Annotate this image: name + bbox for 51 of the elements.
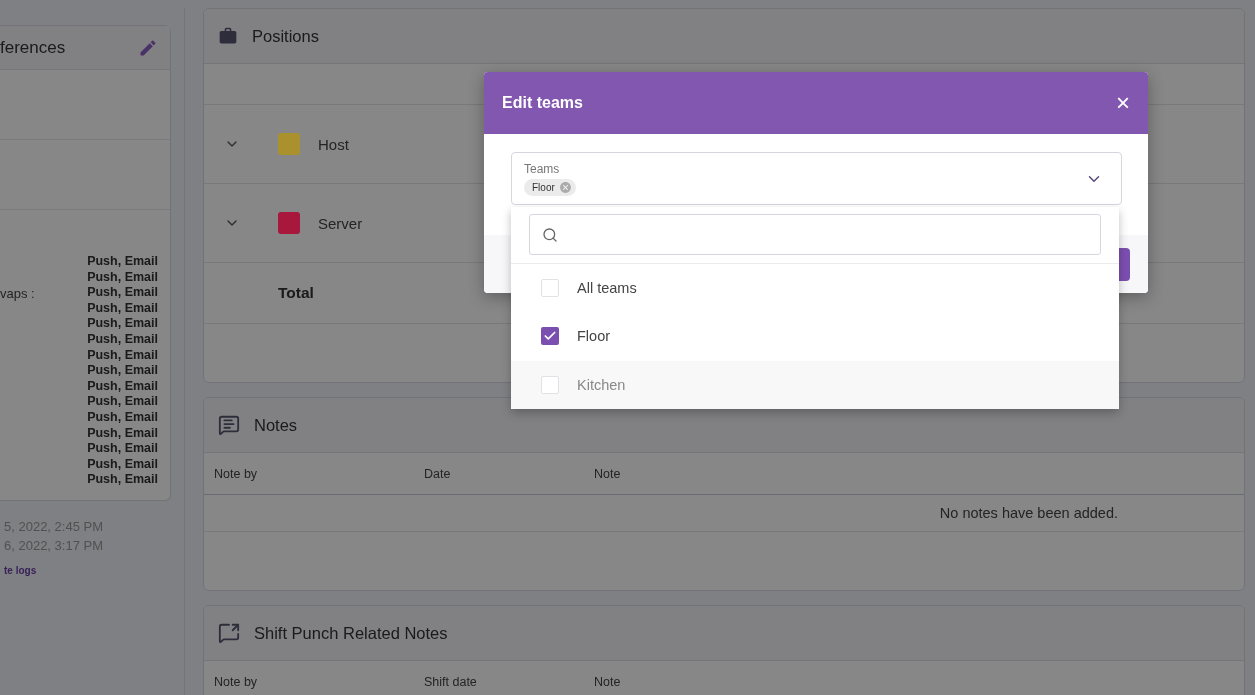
card-title: Notes — [254, 415, 298, 435]
column-header: Date — [424, 466, 452, 481]
checkbox[interactable] — [541, 375, 559, 394]
column-header: Note — [594, 466, 622, 481]
notification-channels: Push, Email — [87, 472, 158, 488]
notification-channels: Push, Email — [87, 254, 158, 270]
card-title: Positions — [252, 26, 319, 46]
notification-channels: Push, Email — [87, 285, 158, 301]
notification-channels: Push, Email — [87, 300, 158, 317]
notification-channels: Push, Email — [87, 269, 158, 286]
field-label: Teams — [524, 161, 561, 176]
checkbox[interactable] — [541, 327, 559, 346]
position-name: Host — [318, 135, 349, 153]
option-label: Kitchen — [577, 376, 626, 393]
column-header: Note by — [214, 674, 259, 689]
team-chip[interactable]: Floor — [524, 178, 576, 196]
remove-icon[interactable] — [558, 180, 572, 194]
team-option[interactable]: All teams — [511, 264, 1119, 313]
pencil-icon[interactable] — [138, 37, 158, 58]
logs-link[interactable]: te logs — [4, 564, 37, 576]
notification-channels: Push, Email — [87, 394, 158, 410]
notification-channels: Push, Email — [87, 409, 158, 426]
search-field[interactable] — [529, 214, 1101, 255]
notification-channels: Push, Email — [87, 425, 158, 442]
total-label: Total — [278, 284, 314, 302]
notification-channels: Push, Email — [87, 441, 158, 457]
briefcase-icon — [218, 26, 238, 46]
position-name: Server — [318, 214, 363, 232]
column-header: Note by — [214, 466, 259, 481]
notification-channels: Push, Email — [87, 456, 158, 473]
checkbox[interactable] — [541, 279, 559, 298]
search-icon — [542, 226, 558, 243]
notes-icon — [218, 414, 240, 436]
column-header: Note — [594, 674, 622, 689]
teams-select[interactable]: Teams Floor — [511, 152, 1122, 205]
card-title: Shift Punch Related Notes — [254, 623, 448, 643]
option-label: All teams — [577, 280, 637, 297]
card-title: ferences — [0, 37, 66, 58]
notification-channels: Push, Email — [87, 331, 158, 348]
notification-channels: Push, Email — [87, 363, 158, 379]
notification-channels: Push, Email — [87, 347, 158, 364]
notes-share-icon — [218, 622, 240, 644]
dialog-title: Edit teams — [502, 94, 583, 112]
close-button[interactable]: × — [1116, 91, 1130, 115]
column-header: Shift date — [424, 674, 478, 689]
notification-channels: Push, Email — [87, 378, 158, 395]
option-label: Floor — [577, 328, 611, 345]
team-option[interactable]: Floor — [511, 312, 1119, 361]
notification-channels: Push, Email — [87, 316, 158, 332]
empty-message: No notes have been added. — [939, 505, 1118, 521]
setting-label: vaps : — [0, 286, 35, 303]
